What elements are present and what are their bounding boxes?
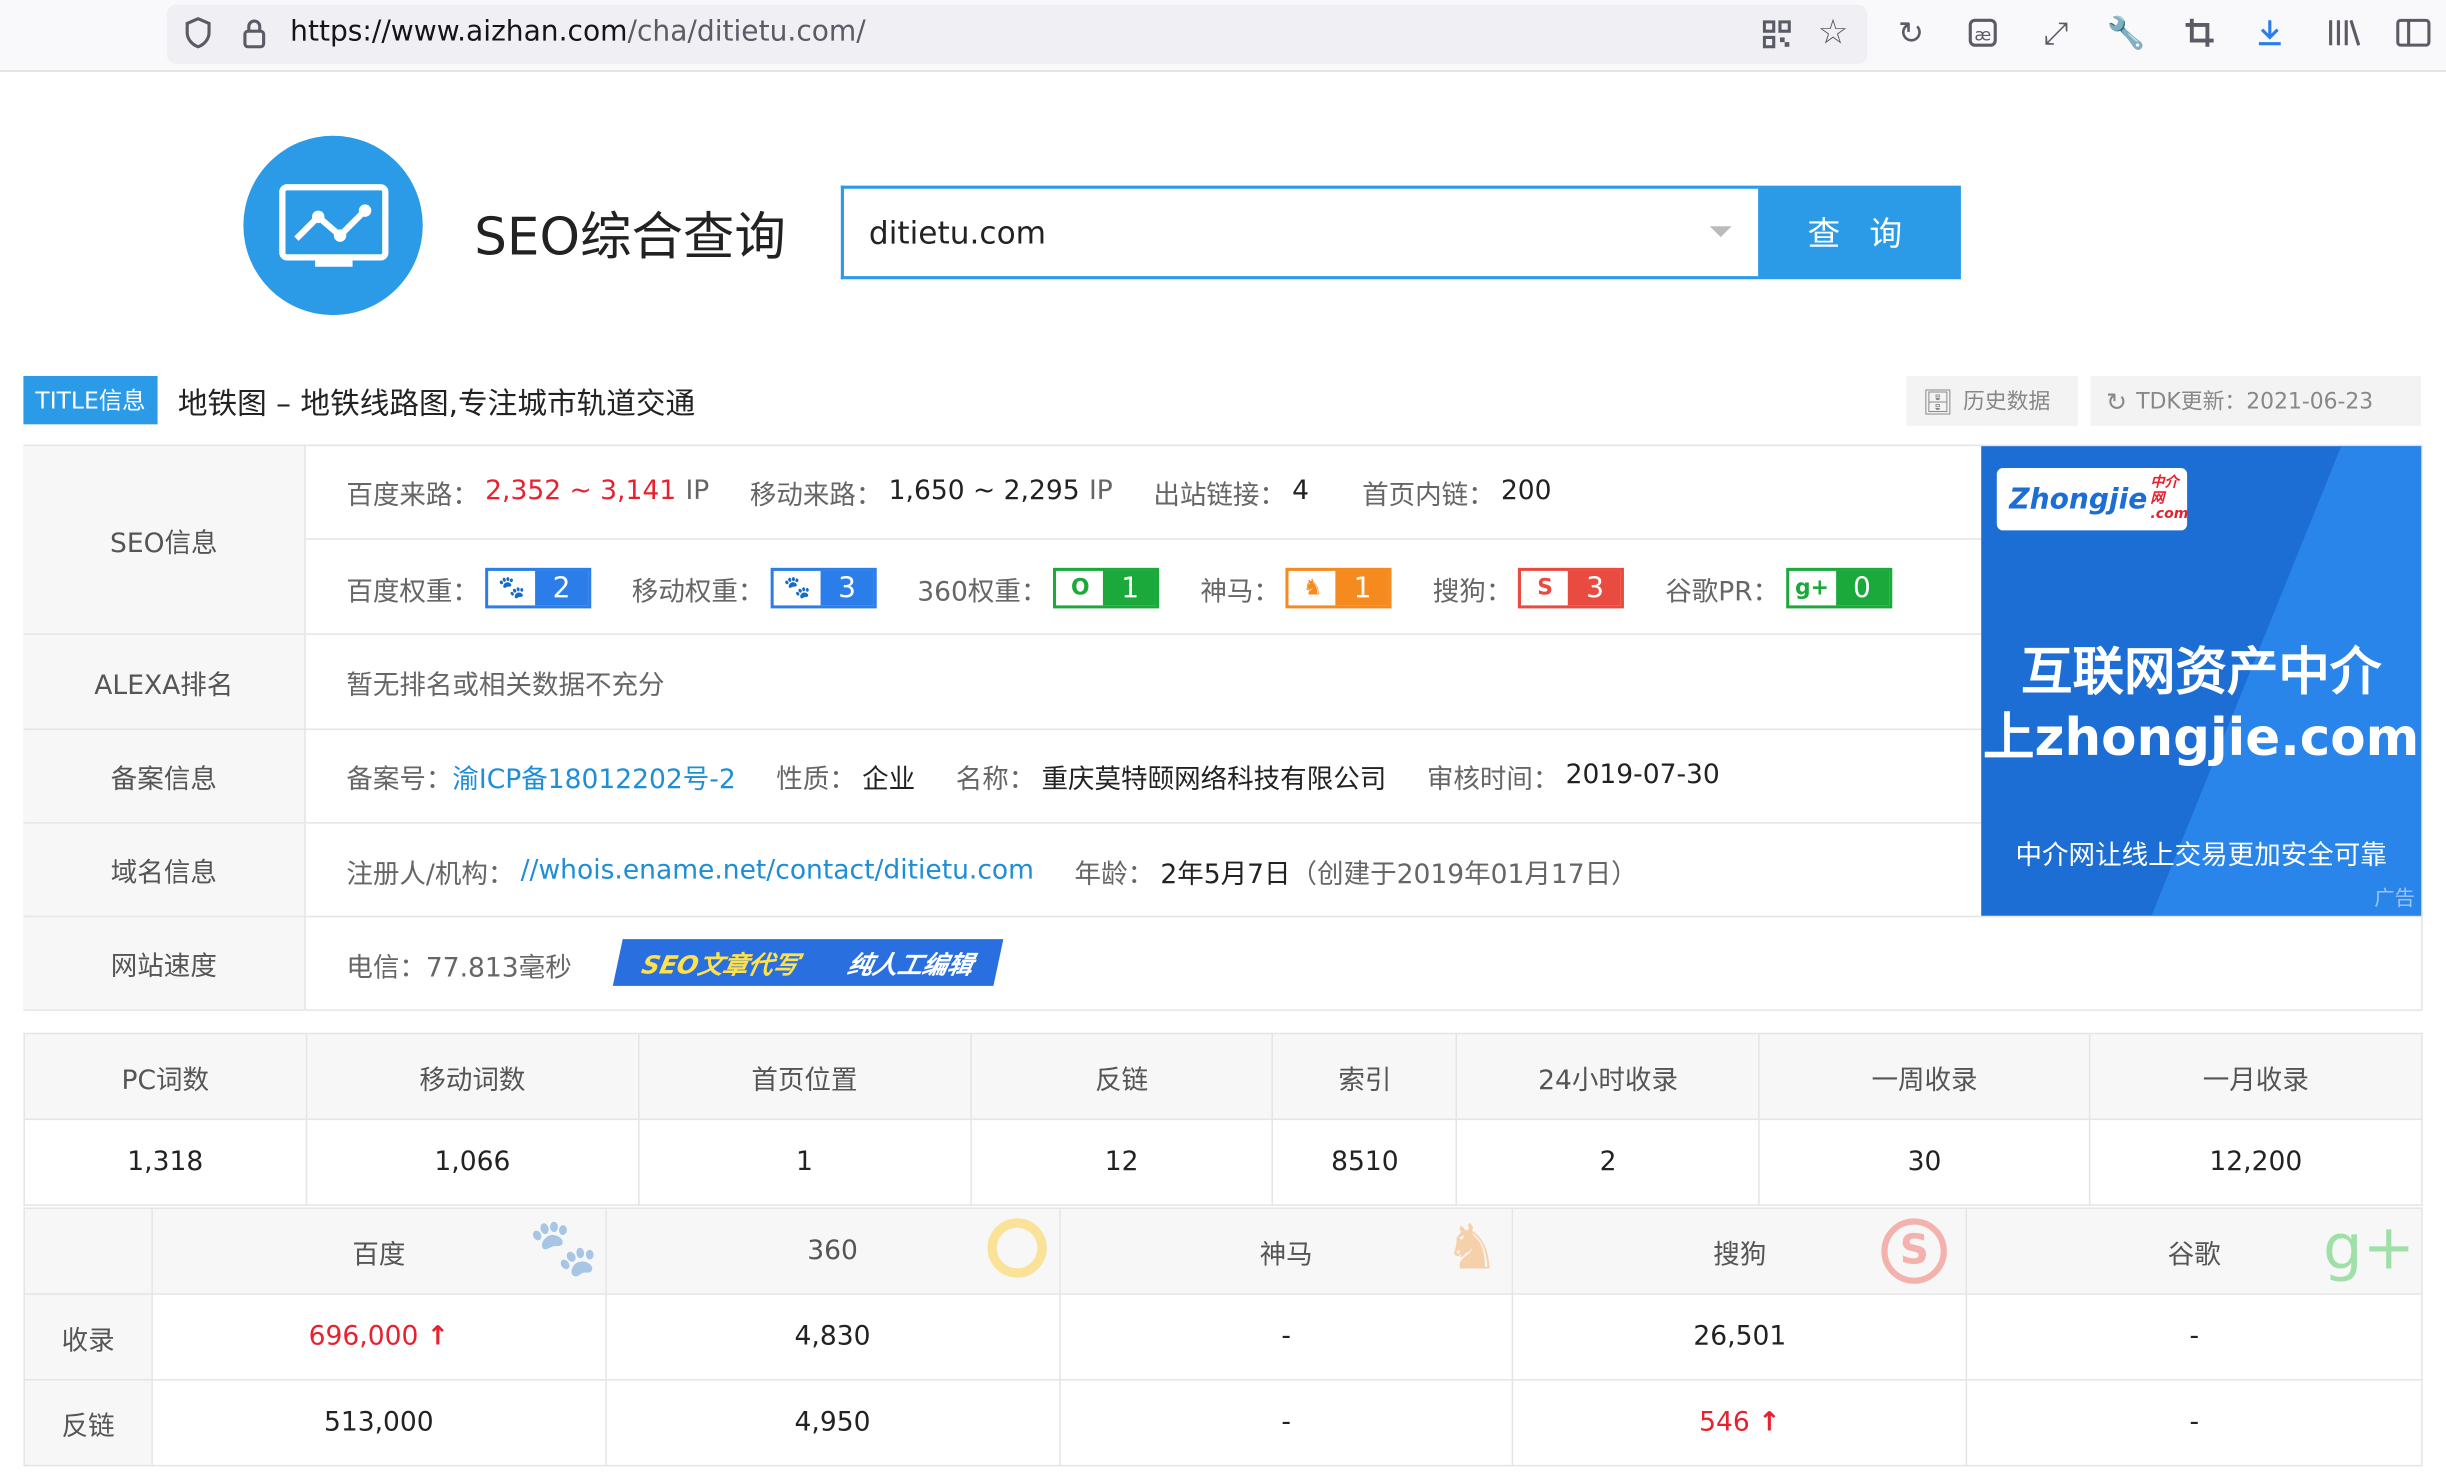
dropdown-arrow-icon[interactable] <box>1709 226 1732 238</box>
divider <box>23 822 1982 824</box>
query-button[interactable]: 查 询 <box>1758 185 1961 280</box>
engine-shenma: 神马 ♞ <box>1058 1207 1514 1295</box>
shenma-icon: ♞ <box>1443 1212 1500 1284</box>
expand-icon[interactable]: ⤢ <box>2037 14 2074 51</box>
site-title: SEO综合查询 <box>474 205 786 267</box>
ad-banner[interactable]: Zhongjie 中介网 .com 互联网资产中介 上zhongjie.com … <box>1981 446 2422 916</box>
svg-text:æ: æ <box>1974 26 1991 46</box>
page-title-text: 地铁图 – 地铁线路图,专注城市轨道交通 <box>177 386 696 422</box>
baidu-traffic-value: 2,352 ~ 3,141 <box>485 475 677 507</box>
sogou-icon: S <box>1881 1218 1948 1284</box>
speed-row: 电信：77.813毫秒 <box>346 941 571 988</box>
divider <box>23 915 2423 918</box>
rank-badge[interactable]: g+ 0 <box>1785 567 1892 609</box>
shield-icon[interactable] <box>181 16 215 50</box>
icp-label: 备案信息 <box>23 730 306 823</box>
engine-baidu: 百度 🐾 <box>151 1207 607 1295</box>
paw-icon: 🐾 <box>488 570 536 606</box>
rank-badge[interactable]: 🐾 3 <box>770 567 877 609</box>
speed-label: 网站速度 <box>23 917 306 1010</box>
reader-view-icon[interactable]: æ <box>1964 14 2001 51</box>
refresh-icon: ↻ <box>2106 386 2127 416</box>
sidebar-icon[interactable] <box>2395 14 2432 51</box>
homepage-links-value: 200 <box>1500 475 1552 507</box>
search-input[interactable] <box>843 188 1687 277</box>
title-badge: TITLE信息 <box>23 375 158 425</box>
stats-header-row: PC词数 移动词数 首页位置 反链 索引 24小时收录 一周收录 一月收录 <box>23 1032 2423 1121</box>
speed-value: 电信：77.813毫秒 <box>346 952 572 984</box>
up-arrow-icon: ↑ <box>1758 1407 1781 1439</box>
shenma-icon: ♞ <box>1289 570 1337 606</box>
download-icon[interactable] <box>2251 14 2288 51</box>
baidu-paw-icon: 🐾 <box>528 1216 599 1281</box>
stats-table: PC词数 移动词数 首页位置 反链 索引 24小时收录 一周收录 一月收录 1,… <box>23 1032 2423 1206</box>
alexa-value: 暂无排名或相关数据不充分 <box>346 670 665 702</box>
rank-badge[interactable]: S3 <box>1518 567 1625 609</box>
url-text[interactable]: https://www.aizhan.com/cha/ditietu.com/ <box>290 16 866 49</box>
engine-table: 百度 🐾 360 神马 ♞ 搜狗 S 谷歌 g+ 收录 696,000 ↑ 4,830 … <box>23 1207 2423 1467</box>
reload-icon[interactable]: ↻ <box>1892 14 1929 51</box>
paw-icon: 🐾 <box>773 570 821 606</box>
engine-google: 谷歌 g+ <box>1965 1207 2423 1295</box>
rank-badge[interactable]: O1 <box>1053 567 1160 609</box>
history-data-button[interactable]: 🗄 历史数据 <box>1906 375 2078 426</box>
whois-link[interactable]: //whois.ename.net/contact/ditietu.com <box>521 855 1034 886</box>
outlinks-value: 4 <box>1292 475 1310 507</box>
bookmark-star-icon[interactable]: ☆ <box>1814 13 1851 52</box>
up-arrow-icon: ↑ <box>426 1321 450 1353</box>
divider <box>23 728 1982 731</box>
engine-row-index: 收录 696,000 ↑ 4,830 - 26,501 - <box>23 1293 2423 1381</box>
seo-info-label: SEO信息 <box>23 446 306 634</box>
sogou-icon: S <box>1521 570 1569 606</box>
icp-row: 备案号： 渝ICP备18012202号-2 性质： 企业 名称： 重庆莫特颐网络… <box>346 752 1719 799</box>
alexa-label: ALEXA排名 <box>23 634 306 729</box>
crop-icon[interactable] <box>2181 14 2218 51</box>
rank-badge[interactable]: 🐾 2 <box>485 567 592 609</box>
domain-row: 注册人/机构： //whois.ename.net/contact/ditiet… <box>346 854 1638 890</box>
stats-value-row: 1,318 1,066 1 12 8510 2 30 12,200 <box>23 1118 2423 1206</box>
domain-label: 域名信息 <box>23 823 306 916</box>
mobile-traffic-value: 1,650 ~ 2,295 <box>888 475 1080 507</box>
divider <box>305 538 1982 540</box>
engine-360: 360 <box>604 1207 1061 1295</box>
ad-tag: 广告 <box>2374 887 2415 912</box>
library-icon[interactable] <box>2324 14 2361 51</box>
site-logo[interactable] <box>243 135 423 316</box>
360-icon: O <box>1056 570 1104 606</box>
rank-badges-row: 百度权重： 🐾 2 移动权重： 🐾 3 360权重： O1 神马： ♞ 1 搜狗： S… <box>346 563 1932 613</box>
engine-sogou: 搜狗 S <box>1512 1207 1968 1295</box>
qr-code-icon[interactable] <box>1760 17 1794 51</box>
rank-badge[interactable]: ♞ 1 <box>1286 567 1393 609</box>
divider <box>23 633 1982 635</box>
engine-row-backlinks: 反链 513,000 4,950 - 546 ↑ - <box>23 1379 2423 1467</box>
alexa-row: 暂无排名或相关数据不充分 <box>346 658 664 705</box>
icp-number-link[interactable]: 渝ICP备18012202号-2 <box>452 756 735 795</box>
traffic-row: 百度来路： 2,352 ~ 3,141 IP 移动来路： 1,650 ~ 2,2… <box>346 475 1552 511</box>
search-box[interactable] <box>840 185 1759 280</box>
lock-icon[interactable] <box>237 16 271 50</box>
wrench-icon[interactable]: 🔧 <box>2107 14 2146 51</box>
zhongjie-logo: Zhongjie 中介网 .com <box>1996 467 2188 531</box>
history-icon: 🗄 <box>1921 386 1954 416</box>
tdk-update-button[interactable]: ↻ TDK更新：2021-06-23 <box>2090 375 2422 426</box>
engine-header-row: 百度 🐾 360 神马 ♞ 搜狗 S 谷歌 g+ <box>23 1207 2423 1295</box>
google-plus-icon: g+ <box>2322 1212 2415 1284</box>
360-search-icon <box>986 1218 1047 1278</box>
seo-writing-banner[interactable]: SEO文章代写 纯人工编辑 <box>612 939 1004 986</box>
google-plus-icon: g+ <box>1788 570 1836 606</box>
